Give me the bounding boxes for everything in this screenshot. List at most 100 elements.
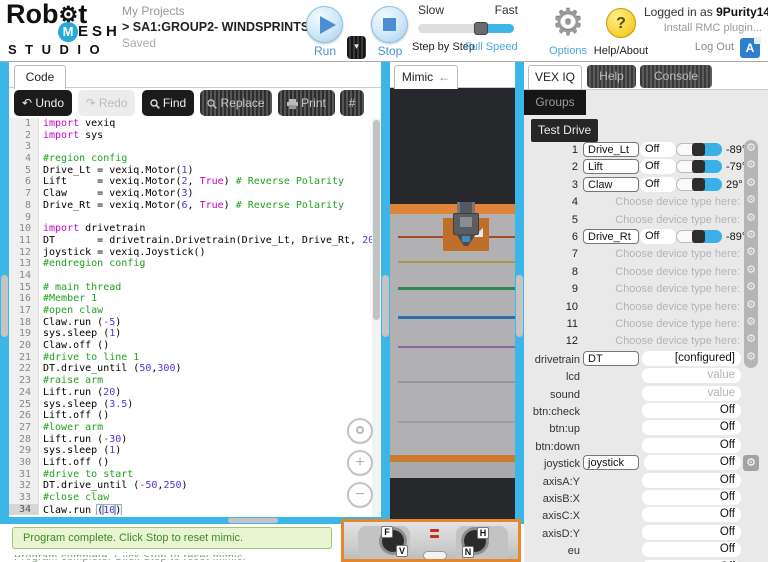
replace-button[interactable]: Replace <box>200 90 272 116</box>
choose-device-placeholder[interactable]: Choose device type here: <box>584 214 740 226</box>
code-line[interactable]: 32 DT.drive_until (-50,250) <box>9 480 381 492</box>
device-gear-button[interactable]: ⚙ <box>745 315 757 329</box>
slider-handle[interactable] <box>692 230 705 243</box>
choose-device-placeholder[interactable]: Choose device type here: <box>584 266 740 278</box>
code-line[interactable]: 26 Lift.off () <box>9 410 381 422</box>
splitter-grip[interactable] <box>228 518 278 523</box>
device-name-input[interactable]: Drive_Lt <box>583 142 639 157</box>
device-name-input[interactable]: Lift <box>583 159 639 175</box>
run-label[interactable]: Run <box>303 44 347 58</box>
device-test-slider[interactable] <box>676 143 722 156</box>
code-line[interactable]: 8 Drive_Rt = vexiq.Motor(6, True) # Rever… <box>9 199 381 212</box>
code-line[interactable]: 18 Claw.run (-5) <box>9 316 381 329</box>
device-gear-button[interactable]: ⚙ <box>745 350 757 364</box>
code-line[interactable]: 17 #open claw <box>9 305 381 317</box>
run-button[interactable] <box>306 6 343 43</box>
device-gear-button[interactable]: ⚙ <box>745 176 757 190</box>
left-collapse-splitter[interactable] <box>0 62 9 517</box>
logout-link[interactable]: Log Out <box>695 41 734 53</box>
unpin-arrow-icon[interactable]: ← <box>438 70 450 84</box>
choose-device-placeholder[interactable]: Choose device type here: <box>584 196 740 208</box>
choose-device-placeholder[interactable]: Choose device type here: <box>584 318 740 330</box>
tab-mimic[interactable]: Mimic ← <box>394 65 458 89</box>
test-drive-button[interactable]: Test Drive <box>531 119 598 142</box>
code-line[interactable]: 27 #lower arm <box>9 421 381 434</box>
tab-help[interactable]: Help <box>587 65 636 88</box>
device-gear-button[interactable]: ⚙ <box>745 158 757 172</box>
code-line[interactable]: 28 Lift.run (-30) <box>9 433 381 446</box>
speed-slider-handle[interactable] <box>474 22 488 35</box>
device-name-input[interactable]: Claw <box>583 176 639 192</box>
devices-scrollbar[interactable]: ⚙ ⚙ ⚙ ⚙ ⚙ ⚙ ⚙ ⚙ ⚙ ⚙ ⚙ ⚙ ⚙ <box>744 140 758 368</box>
code-scrollbar[interactable] <box>372 118 381 517</box>
device-gear-button[interactable]: ⚙ <box>745 141 757 155</box>
translate-icon[interactable]: A <box>740 37 761 58</box>
slider-handle[interactable] <box>692 160 705 174</box>
device-gear-button[interactable]: ⚙ <box>745 245 757 259</box>
code-line[interactable]: 22 DT.drive_until (50,300) <box>9 363 381 376</box>
find-button[interactable]: Find <box>142 90 194 116</box>
device-gear-button[interactable]: ⚙ <box>745 280 757 294</box>
code-line[interactable]: 7 Claw = vexiq.Motor(3) <box>9 188 381 200</box>
code-line[interactable]: 15 # main thread <box>9 281 381 294</box>
code-line[interactable]: 6 Lift = vexiq.Motor(2, True) # Reverse P… <box>9 176 381 189</box>
tab-console[interactable]: Console <box>640 65 712 88</box>
slider-handle[interactable] <box>692 177 705 191</box>
device-gear-button[interactable]: ⚙ <box>745 263 757 277</box>
code-line[interactable]: 2 import sys <box>9 129 381 142</box>
more-button[interactable]: # <box>340 90 364 116</box>
code-line[interactable]: 20 Claw.off () <box>9 340 381 352</box>
zoom-out-button[interactable]: − <box>347 482 373 508</box>
device-name-input[interactable]: Drive_Rt <box>583 229 639 244</box>
breadcrumb-my-projects[interactable]: My Projects <box>122 4 302 18</box>
device-gear-button[interactable]: ⚙ <box>745 211 757 225</box>
code-editor[interactable]: 1 import vexiq 2 import sys 3 4 #region config… <box>9 118 381 517</box>
print-button[interactable]: Print <box>278 90 335 116</box>
choose-device-placeholder[interactable]: Choose device type here: <box>584 248 740 260</box>
code-line[interactable]: 3 <box>9 141 381 154</box>
drivetrain-name-input[interactable]: DT <box>583 350 639 366</box>
code-line[interactable]: 33 #close claw <box>9 492 381 504</box>
io-gear-button[interactable]: ⚙ <box>743 455 759 472</box>
code-line[interactable]: 24 Lift.run (20) <box>9 386 381 399</box>
zoom-in-button[interactable]: + <box>347 450 373 476</box>
stop-button[interactable] <box>371 6 408 43</box>
slider-handle[interactable] <box>692 143 705 156</box>
code-line[interactable]: 16 #Member 1 <box>9 293 381 305</box>
recenter-button[interactable] <box>347 418 373 444</box>
help-about-icon[interactable]: ? <box>606 8 636 38</box>
stop-label[interactable]: Stop <box>368 44 412 58</box>
splitter-grip[interactable] <box>382 275 389 337</box>
device-gear-button[interactable]: ⚙ <box>745 298 757 312</box>
choose-device-placeholder[interactable]: Choose device type here: <box>584 301 740 313</box>
device-gear-button[interactable]: ⚙ <box>745 228 757 242</box>
run-options-dropdown[interactable]: ▾ <box>347 36 366 59</box>
device-test-slider[interactable] <box>676 230 722 243</box>
code-line[interactable]: 12 joystick = vexiq.Joystick() <box>9 246 381 259</box>
code-line[interactable]: 14 <box>9 269 381 282</box>
io-name-input[interactable]: joystick <box>583 455 639 471</box>
code-line[interactable]: 4 #region config <box>9 153 381 165</box>
install-plugin-link[interactable]: Install RMC plugin... <box>644 22 762 34</box>
device-test-slider[interactable] <box>676 177 722 191</box>
splitter-grip[interactable] <box>1 275 8 337</box>
device-test-slider[interactable] <box>676 160 722 174</box>
choose-device-placeholder[interactable]: Choose device type here: <box>584 283 740 295</box>
scrollbar-thumb[interactable] <box>373 120 380 320</box>
mimic-devices-splitter[interactable] <box>515 62 524 562</box>
tab-vex-iq[interactable]: VEX IQ <box>528 65 582 89</box>
choose-device-placeholder[interactable]: Choose device type here: <box>584 335 740 347</box>
code-line[interactable]: 19 sys.sleep (1) <box>9 328 381 341</box>
device-gear-button[interactable]: ⚙ <box>745 332 757 346</box>
tab-code[interactable]: Code <box>14 65 66 89</box>
code-line[interactable]: 31 #drive to start <box>9 468 381 481</box>
code-line[interactable]: 9 <box>9 211 381 224</box>
code-line[interactable]: 5 Drive_Lt = vexiq.Motor(1) <box>9 164 381 177</box>
code-line[interactable]: 30 Lift.off () <box>9 456 381 469</box>
code-line[interactable]: 10 import drivetrain <box>9 223 381 235</box>
undo-button[interactable]: ↶ Undo <box>14 90 72 116</box>
code-line[interactable]: 23 #raise arm <box>9 375 381 387</box>
options-gear-icon[interactable]: ⚙ <box>548 2 588 44</box>
code-mimic-splitter[interactable] <box>381 62 390 517</box>
tab-groups[interactable]: Groups <box>524 90 586 115</box>
